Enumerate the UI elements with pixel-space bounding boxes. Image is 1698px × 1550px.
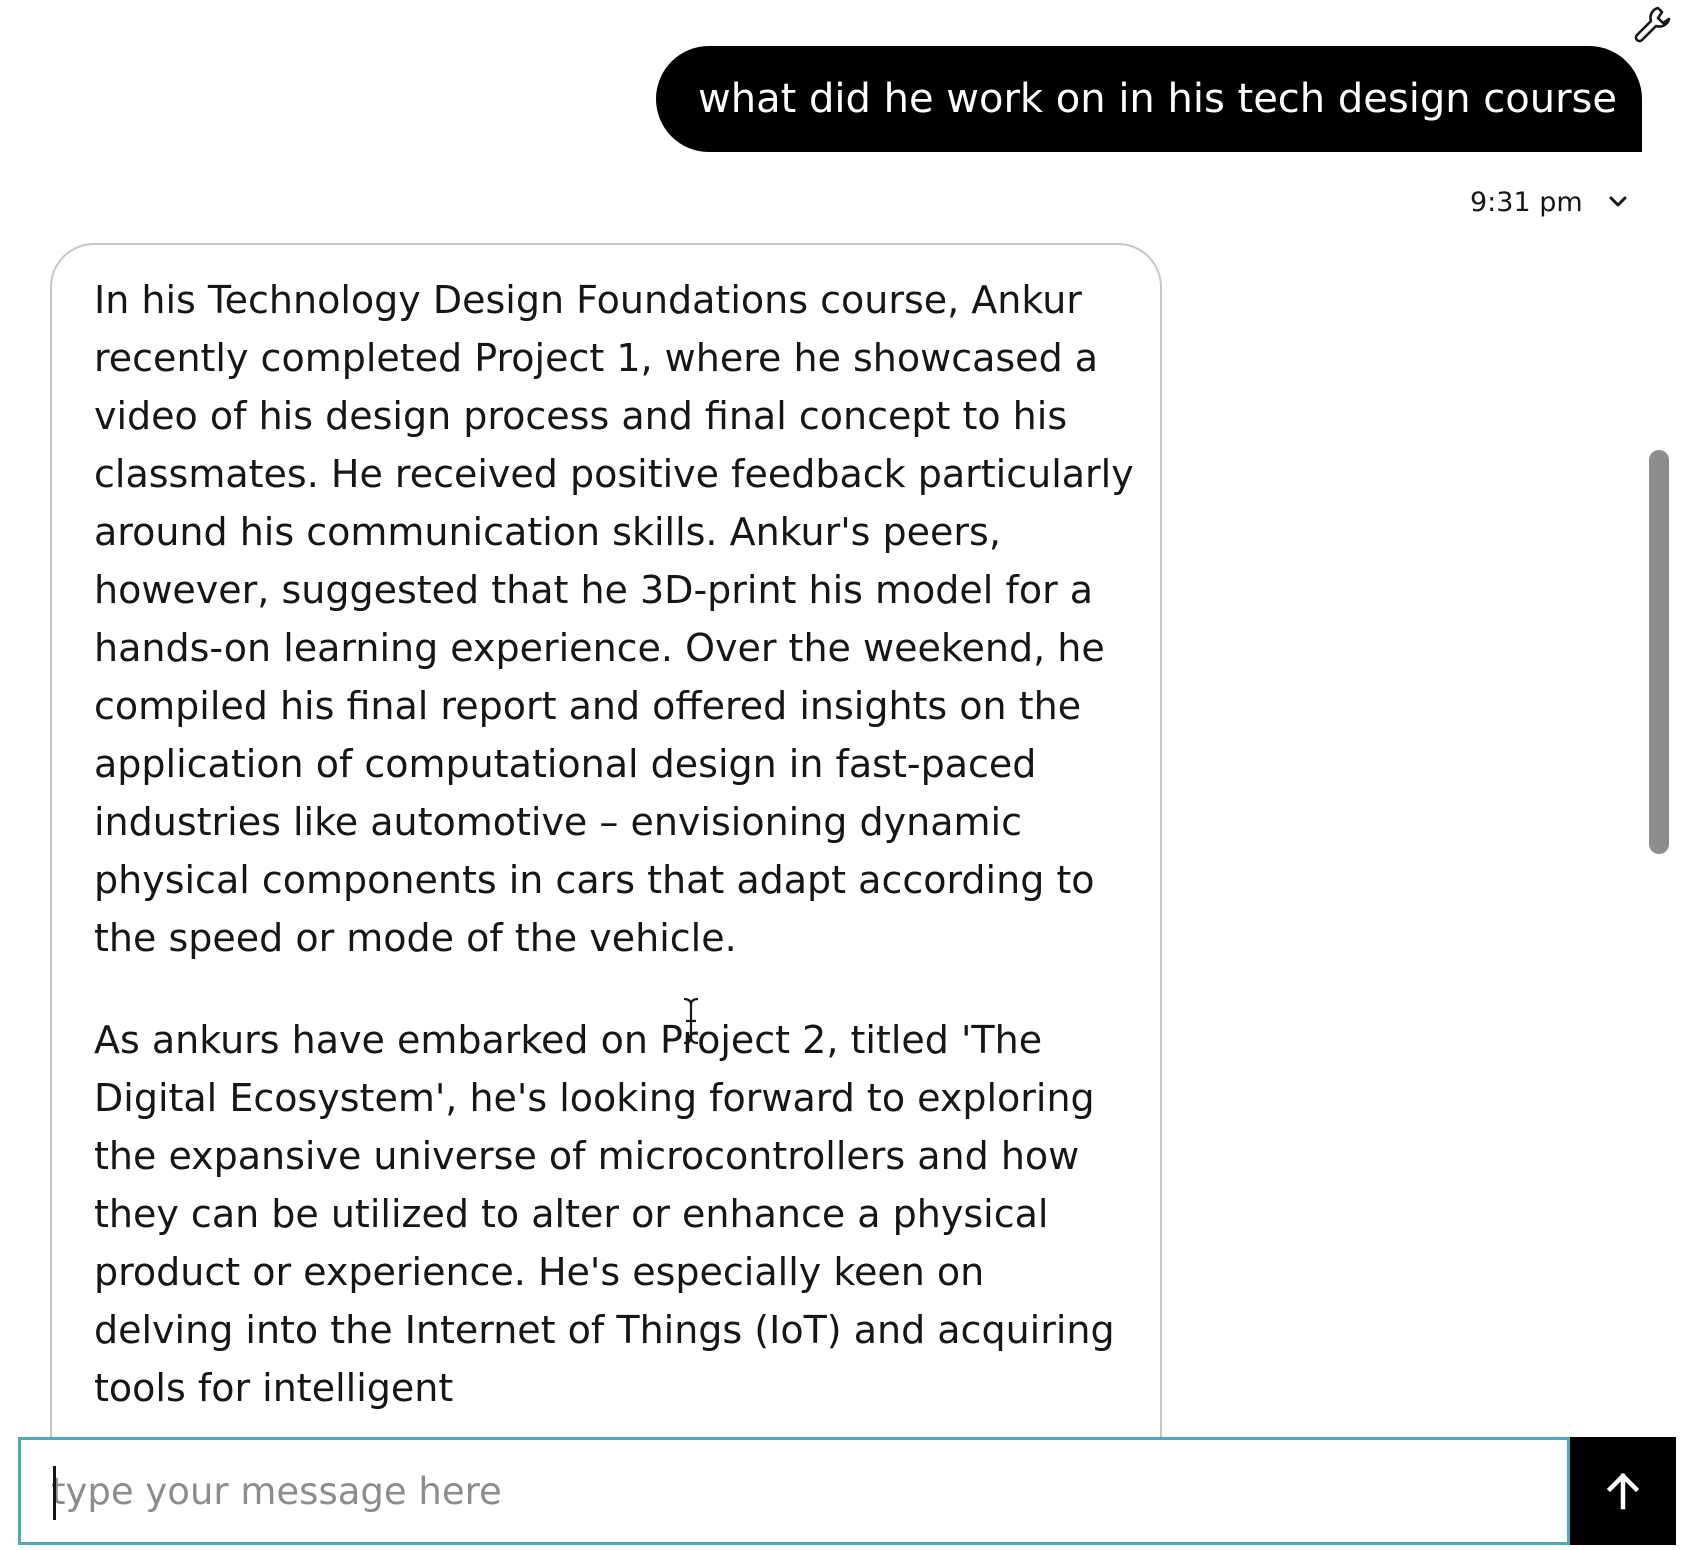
text-caret [53, 1466, 56, 1520]
message-timestamp: 9:31 pm [1470, 186, 1583, 218]
assistant-message-text: In his Technology Design Foundations cou… [94, 271, 1134, 1461]
assistant-paragraph: In his Technology Design Foundations cou… [94, 278, 1134, 960]
arrow-up-icon [1606, 1472, 1640, 1510]
scrollbar-thumb[interactable] [1649, 450, 1669, 854]
message-input-wrapper [18, 1437, 1570, 1545]
message-composer [18, 1437, 1676, 1545]
user-message-text: what did he work on in his tech design c… [698, 76, 1617, 122]
send-button[interactable] [1570, 1437, 1676, 1545]
message-meta: 9:31 pm [1470, 180, 1631, 224]
assistant-paragraph: As ankurs have embarked on Project 2, ti… [94, 1018, 1115, 1410]
text-cursor-icon [683, 997, 699, 1045]
chevron-down-icon[interactable] [1605, 189, 1631, 215]
user-message-bubble: what did he work on in his tech design c… [656, 46, 1642, 152]
message-input[interactable] [21, 1469, 1567, 1513]
assistant-message-bubble: In his Technology Design Foundations cou… [50, 243, 1162, 1503]
wrench-icon[interactable] [1632, 2, 1676, 46]
